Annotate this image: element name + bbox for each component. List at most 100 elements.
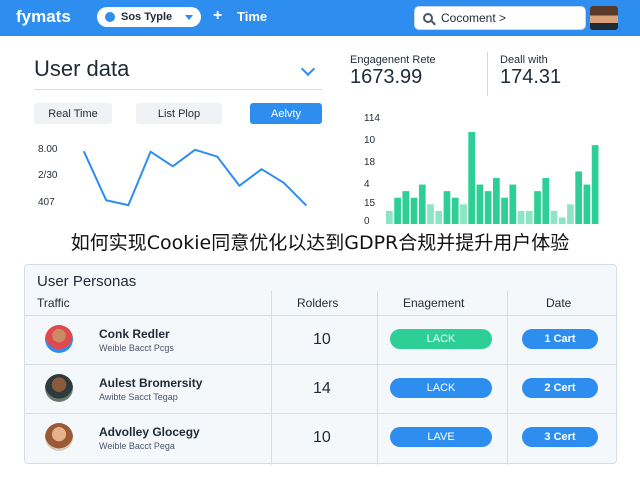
engagement-rate-label: Engagenent Rete [350, 54, 436, 66]
bar [386, 210, 393, 224]
tab-list-plop[interactable]: List Plop [136, 103, 222, 124]
line-point [83, 150, 85, 153]
line-series [83, 148, 307, 207]
bar [534, 191, 541, 224]
bar [443, 191, 451, 224]
search-value: Cocoment > [441, 11, 507, 25]
bar [493, 178, 500, 224]
avatar [45, 423, 73, 451]
line-point [238, 184, 241, 187]
user-personas-panel: User Personas Traffic Rolders Enagement … [24, 264, 618, 465]
y-tick-label: 4 [364, 179, 370, 190]
y-tick-label: 114 [364, 113, 380, 124]
persona-subtitle: Weible Bacct Pega [99, 441, 175, 451]
line-point [305, 204, 307, 206]
tab-real-time[interactable]: Real Time [34, 103, 112, 124]
y-tick-label: 10 [364, 135, 376, 146]
engagement-badge[interactable]: LAVE [390, 427, 492, 447]
bar [501, 197, 508, 224]
type-select-label: Sos Typle [121, 11, 173, 23]
line-point [105, 199, 107, 202]
plus-icon[interactable]: + [213, 7, 222, 25]
search-input[interactable]: Cocoment > [414, 6, 586, 30]
user-avatar[interactable] [590, 6, 618, 30]
table-header: Traffic Rolders Enagement Date [25, 291, 618, 315]
column-header-engagement[interactable]: Enagement [403, 296, 464, 310]
date-button[interactable]: 3 Cert [522, 427, 598, 447]
bar [575, 171, 583, 224]
column-header-rolders[interactable]: Rolders [297, 296, 338, 310]
bar [451, 197, 459, 224]
date-button[interactable]: 2 Cert [522, 378, 598, 398]
bar [583, 184, 591, 224]
bar [542, 178, 550, 224]
bar [550, 210, 558, 224]
chevron-down-icon [185, 14, 193, 20]
y-tick-label: 407 [38, 197, 55, 208]
top-bar: fymats Sos Typle + Time Cocoment > [0, 0, 640, 36]
divider [34, 89, 322, 90]
persona-name: Conk Redler [99, 327, 170, 341]
date-button[interactable]: 1 Cart [522, 329, 598, 349]
persona-count: 14 [313, 380, 331, 397]
engagement-badge[interactable]: LACK [390, 329, 492, 349]
bar [476, 184, 484, 224]
persona-name: Aulest Bromersity [99, 376, 203, 390]
tab-aelvty[interactable]: Aelvty [250, 103, 322, 124]
engagement-badge[interactable]: LACK [390, 378, 492, 398]
bar [402, 191, 410, 224]
bar-chart [386, 132, 599, 224]
bar [427, 204, 434, 224]
chevron-down-icon[interactable] [300, 61, 316, 77]
column-header-date[interactable]: Date [546, 296, 571, 310]
line-point [149, 150, 152, 153]
avatar [45, 325, 73, 353]
bar [435, 210, 443, 224]
y-tick-label: 15 [364, 198, 376, 209]
metrics-card: Engagenent Rete 1673.99 Deall with 174.3… [338, 46, 610, 227]
persona-name: Advolley Glocegy [99, 425, 200, 439]
personas-title: User Personas [37, 273, 137, 290]
type-select[interactable]: Sos Typle [97, 7, 201, 27]
bar [394, 197, 401, 224]
persona-subtitle: Awibte Sacct Tegap [99, 392, 178, 402]
bar [591, 145, 599, 224]
table-row[interactable]: Conk Redler Weible Bacct Pcgs 10 LACK 1 … [25, 315, 618, 361]
line-chart [83, 148, 307, 207]
bar [410, 197, 418, 224]
user-data-title: User data [34, 56, 130, 81]
time-button[interactable]: Time [237, 9, 267, 24]
y-tick-label: 8.00 [38, 144, 58, 155]
type-icon [105, 12, 115, 22]
avatar [45, 374, 73, 402]
line-point [283, 182, 285, 184]
bar [517, 210, 525, 224]
divider [487, 52, 488, 96]
persona-subtitle: Weible Bacct Pcgs [99, 343, 174, 353]
bar [484, 191, 492, 224]
bar [558, 217, 566, 224]
y-tick-label: 18 [364, 157, 376, 168]
line-point [260, 168, 263, 170]
bar [525, 210, 533, 224]
user-data-card: User data Real Time List Plop Aelvty 8.0… [22, 46, 334, 226]
bar [509, 184, 517, 224]
bar [418, 184, 426, 224]
bar [460, 204, 467, 224]
line-point [216, 155, 218, 158]
persona-count: 10 [313, 331, 331, 348]
line-point [172, 165, 174, 168]
banner-caption: 如何实现Cookie同意优化以达到GDPR合规并提升用户体验 [0, 229, 640, 257]
engagement-rate-value: 1673.99 [350, 66, 423, 88]
search-icon [423, 13, 433, 23]
y-tick-label: 2/30 [38, 170, 58, 181]
bar [567, 204, 574, 224]
column-header-traffic[interactable]: Traffic [37, 296, 70, 310]
brand-logo[interactable]: fymats [16, 7, 71, 27]
line-point [127, 204, 130, 206]
persona-count: 10 [313, 429, 331, 446]
table-row[interactable]: Aulest Bromersity Awibte Sacct Tegap 14 … [25, 364, 618, 410]
deal-label: Deall with [500, 54, 548, 66]
y-tick-label: 0 [364, 216, 370, 227]
table-row[interactable]: Advolley Glocegy Weible Bacct Pega 10 LA… [25, 413, 618, 459]
